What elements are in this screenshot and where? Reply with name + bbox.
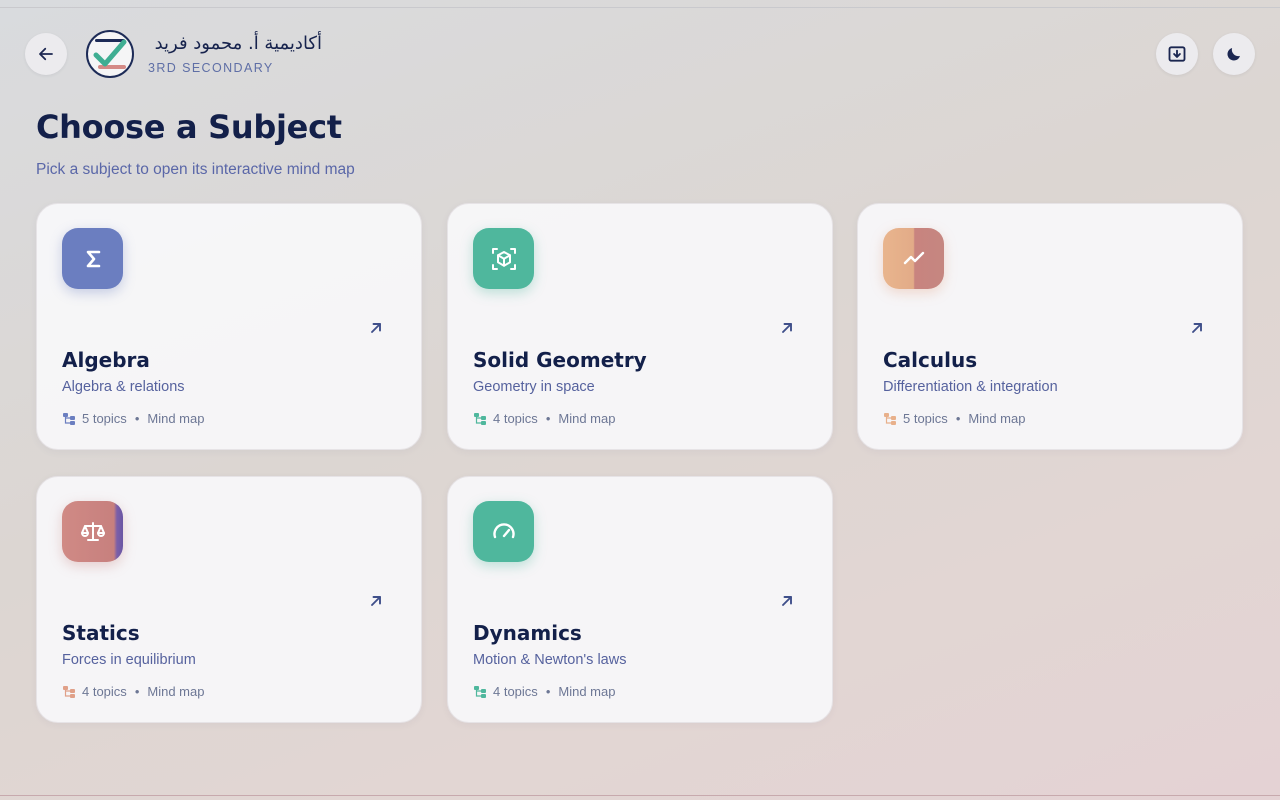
cube-icon xyxy=(491,247,516,270)
arrow-up-right-icon xyxy=(782,323,792,333)
moon-icon xyxy=(1227,48,1240,61)
arrow-left-icon xyxy=(39,47,53,61)
gauge-icon xyxy=(492,522,515,538)
subject-description: Forces in equilibrium xyxy=(62,652,196,668)
subject-meta: 4 topics • Mind map xyxy=(62,684,204,699)
subject-meta: 5 topics • Mind map xyxy=(883,411,1025,426)
statics-badge xyxy=(62,501,123,562)
topics-count: 4 topics xyxy=(82,684,127,699)
subject-title: Dynamics xyxy=(473,621,582,645)
subject-title: Statics xyxy=(62,621,140,645)
subject-description: Differentiation & integration xyxy=(883,379,1058,395)
brand-subtitle: 3RD SECONDARY xyxy=(148,61,274,75)
subject-description: Motion & Newton's laws xyxy=(473,652,627,668)
subject-title: Solid Geometry xyxy=(473,348,647,372)
separator-dot: • xyxy=(955,411,961,426)
separator-dot: • xyxy=(134,411,140,426)
page-subtitle: Pick a subject to open its interactive m… xyxy=(36,161,355,178)
separator-dot: • xyxy=(134,684,140,699)
topics-count: 5 topics xyxy=(82,411,127,426)
solid-geometry-badge xyxy=(473,228,534,289)
topics-count: 5 topics xyxy=(903,411,948,426)
arrow-up-right-icon xyxy=(1192,323,1202,333)
subject-title: Calculus xyxy=(883,348,978,372)
topics-count: 4 topics xyxy=(493,684,538,699)
subject-meta: 4 topics • Mind map xyxy=(473,684,615,699)
theme-toggle-button[interactable] xyxy=(1213,33,1255,75)
subject-meta: 5 topics • Mind map xyxy=(62,411,204,426)
subject-card-algebra[interactable]: Algebra Algebra & relations 5 topics • M… xyxy=(36,203,422,450)
mind-map-label: Mind map xyxy=(147,411,205,426)
download-button[interactable] xyxy=(1156,33,1198,75)
hierarchy-icon xyxy=(474,412,486,425)
subject-description: Geometry in space xyxy=(473,379,595,395)
subject-card-statics[interactable]: Statics Forces in equilibrium 4 topics •… xyxy=(36,476,422,723)
academy-logo xyxy=(86,30,134,78)
subject-description: Algebra & relations xyxy=(62,379,185,395)
mind-map-label: Mind map xyxy=(558,411,616,426)
arrow-up-right-icon xyxy=(371,596,381,606)
topics-count: 4 topics xyxy=(493,411,538,426)
mind-map-label: Mind map xyxy=(968,411,1026,426)
back-button[interactable] xyxy=(25,33,67,75)
dynamics-badge xyxy=(473,501,534,562)
page-title: Choose a Subject xyxy=(36,108,342,146)
subject-card-solid-geometry[interactable]: Solid Geometry Geometry in space 4 topic… xyxy=(447,203,833,450)
top-border xyxy=(0,7,1280,8)
subject-card-calculus[interactable]: Calculus Differentiation & integration 5… xyxy=(857,203,1243,450)
subject-meta: 4 topics • Mind map xyxy=(473,411,615,426)
mind-map-label: Mind map xyxy=(558,684,616,699)
scale-icon xyxy=(80,521,105,541)
checkmark-logo-icon xyxy=(93,39,127,69)
hierarchy-icon xyxy=(63,685,75,698)
hierarchy-icon xyxy=(63,412,75,425)
algebra-badge xyxy=(62,228,123,289)
trend-icon xyxy=(903,251,924,264)
separator-dot: • xyxy=(545,411,551,426)
sigma-icon xyxy=(86,250,100,267)
calculus-badge xyxy=(883,228,944,289)
bottom-border xyxy=(0,795,1280,796)
arrow-up-right-icon xyxy=(371,323,381,333)
mind-map-label: Mind map xyxy=(147,684,205,699)
download-icon xyxy=(1168,46,1186,62)
subject-title: Algebra xyxy=(62,348,150,372)
separator-dot: • xyxy=(545,684,551,699)
subject-card-dynamics[interactable]: Dynamics Motion & Newton's laws 4 topics… xyxy=(447,476,833,723)
arrow-up-right-icon xyxy=(782,596,792,606)
brand-name: أكاديمية أ. محمود فريد xyxy=(154,33,322,54)
hierarchy-icon xyxy=(884,412,896,425)
hierarchy-icon xyxy=(474,685,486,698)
